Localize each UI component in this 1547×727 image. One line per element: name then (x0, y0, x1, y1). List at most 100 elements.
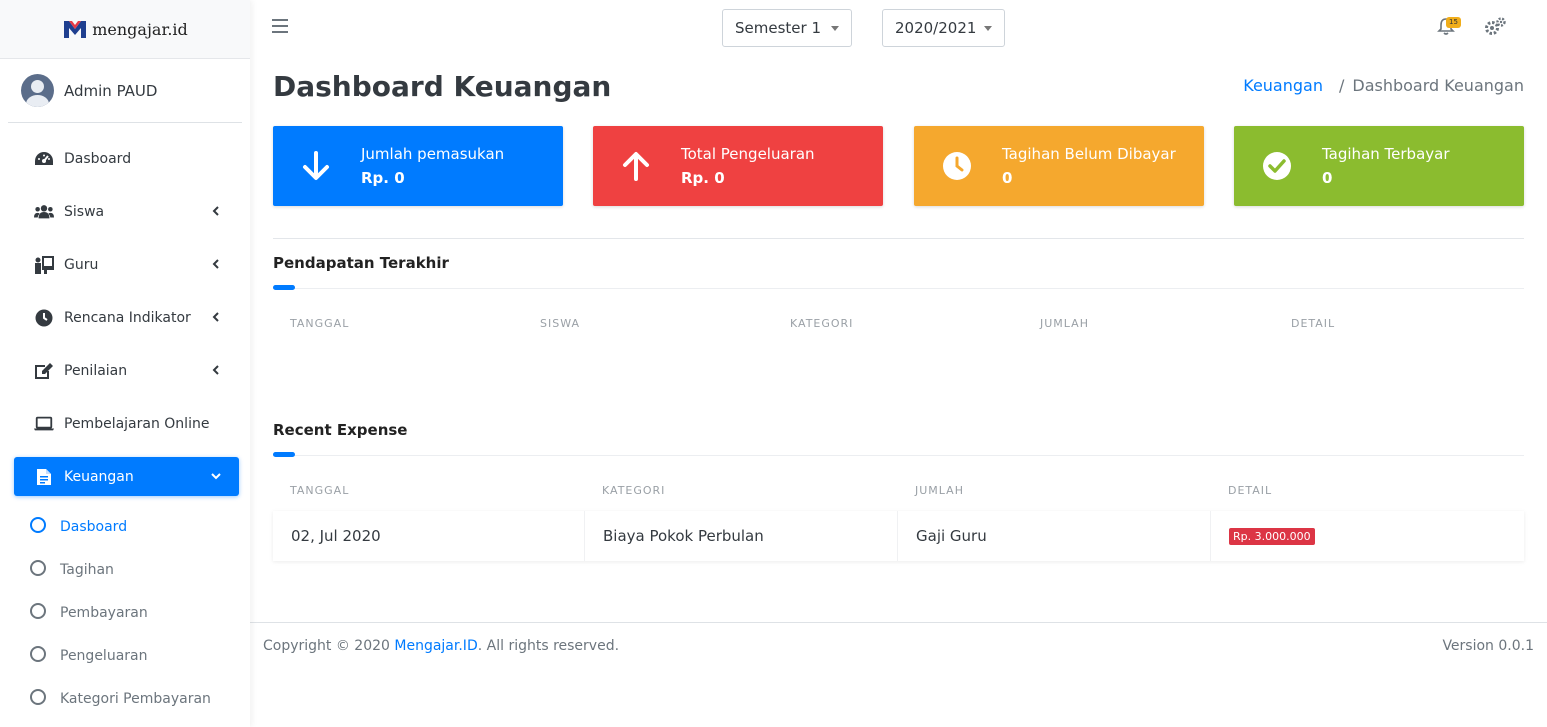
user-name: Admin PAUD (64, 81, 158, 100)
income-col-tanggal: TANGGAL (290, 317, 350, 330)
check-circle-icon (1262, 151, 1292, 181)
sidebar: mengajar.id Admin PAUD Dasboard Siswa Gu… (0, 0, 250, 727)
subnav-item-label: Pembayaran (60, 604, 148, 621)
breadcrumb-link-keuangan[interactable]: Keuangan (1243, 76, 1323, 95)
cell-tanggal: 02, Jul 2020 (273, 511, 585, 561)
year-select-value: 2020/2021 (895, 19, 977, 37)
sidebar-item-label: Pembelajaran Online (64, 415, 210, 432)
sidebar-item-guru[interactable]: Guru (14, 245, 239, 284)
sidebar-item-label: Guru (64, 256, 99, 273)
hamburger-menu-icon[interactable] (272, 19, 288, 35)
dashboard-icon (34, 149, 54, 169)
file-invoice-icon (34, 467, 54, 487)
semester-select[interactable]: Semester 1 (722, 9, 852, 47)
table-row[interactable]: 02, Jul 2020 Biaya Pokok Perbulan Gaji G… (273, 511, 1524, 561)
circle-icon (30, 689, 46, 705)
avatar (21, 74, 54, 107)
brand-name: mengajar.id (92, 19, 188, 39)
income-col-kategori: KATEGORI (790, 317, 854, 330)
keuangan-subnav: Dasboard Tagihan Pembayaran Pengeluaran … (30, 505, 240, 720)
expense-col-kategori: KATEGORI (602, 484, 666, 497)
caret-down-icon (984, 26, 992, 31)
chevron-left-icon (209, 257, 223, 271)
info-box-value: Rp. 0 (361, 169, 405, 187)
cell-jumlah: Gaji Guru (898, 511, 1211, 561)
subnav-item-kategori-pembayaran[interactable]: Kategori Pembayaran (30, 677, 240, 720)
income-col-siswa: SISWA (540, 317, 581, 330)
sidebar-item-siswa[interactable]: Siswa (14, 192, 239, 231)
footer-version: Version 0.0.1 (1442, 638, 1534, 654)
topbar: Semester 1 2020/2021 15 (250, 0, 1547, 56)
sidebar-item-pembelajaran-online[interactable]: Pembelajaran Online (14, 404, 239, 443)
year-select[interactable]: 2020/2021 (882, 9, 1005, 47)
edit-icon (34, 361, 54, 381)
arrow-up-icon (621, 151, 651, 181)
section-accent-bar (273, 285, 295, 290)
sidebar-item-label: Rencana Indikator (64, 309, 191, 326)
chevron-left-icon (209, 310, 223, 324)
brand[interactable]: mengajar.id (0, 0, 250, 59)
user-panel[interactable]: Admin PAUD (8, 59, 242, 123)
subnav-item-pengeluaran[interactable]: Pengeluaran (30, 634, 240, 677)
breadcrumb: Keuangan / Dashboard Keuangan (1243, 76, 1524, 95)
info-box-value: Rp. 0 (681, 169, 725, 187)
breadcrumb-separator: / (1338, 76, 1345, 95)
circle-icon (30, 603, 46, 619)
divider (273, 238, 1524, 239)
subnav-item-dasboard[interactable]: Dasboard (30, 505, 240, 548)
amount-badge: Rp. 3.000.000 (1229, 527, 1315, 545)
footer-brand-link[interactable]: Mengajar.ID (394, 638, 477, 654)
brand-logo-icon (64, 21, 87, 38)
circle-icon (30, 560, 46, 576)
income-col-jumlah: JUMLAH (1040, 317, 1089, 330)
subnav-item-tagihan[interactable]: Tagihan (30, 548, 240, 591)
chevron-left-icon (209, 363, 223, 377)
sidebar-item-dasboard[interactable]: Dasboard (14, 139, 239, 178)
sidebar-item-keuangan[interactable]: Keuangan (14, 457, 239, 496)
sidebar-item-label: Penilaian (64, 362, 128, 379)
subnav-item-pembayaran[interactable]: Pembayaran (30, 591, 240, 634)
expense-col-detail: DETAIL (1228, 484, 1273, 497)
info-box-belum-dibayar[interactable]: Tagihan Belum Dibayar 0 (914, 126, 1204, 206)
circle-icon (30, 517, 46, 533)
subnav-item-label: Dasboard (60, 518, 128, 535)
income-col-detail: DETAIL (1291, 317, 1336, 330)
footer-copyright: Copyright © 2020 Mengajar.ID. All rights… (263, 638, 619, 654)
chevron-down-icon (209, 469, 223, 483)
sidebar-item-rencana-indikator[interactable]: Rencana Indikator (14, 298, 239, 337)
cell-detail: Rp. 3.000.000 (1211, 511, 1524, 561)
expense-col-tanggal: TANGGAL (290, 484, 350, 497)
copyright-suffix: . All rights reserved. (477, 638, 620, 654)
breadcrumb-current: Dashboard Keuangan (1352, 76, 1524, 95)
users-icon (34, 202, 54, 222)
divider (273, 288, 1524, 289)
main-content: Dashboard Keuangan Keuangan / Dashboard … (250, 56, 1547, 622)
sidebar-item-label: Dasboard (64, 150, 132, 167)
info-box-pemasukan[interactable]: Jumlah pemasukan Rp. 0 (273, 126, 563, 206)
sidebar-item-penilaian[interactable]: Penilaian (14, 351, 239, 390)
info-box-label: Jumlah pemasukan (361, 145, 505, 163)
app: mengajar.id Admin PAUD Dasboard Siswa Gu… (0, 0, 1547, 727)
info-box-label: Total Pengeluaran (681, 145, 815, 163)
circle-icon (30, 646, 46, 662)
subnav-item-label: Tagihan (60, 561, 114, 578)
info-box-value: 0 (1002, 169, 1013, 187)
divider (273, 455, 1524, 456)
subnav-item-label: Pengeluaran (60, 647, 148, 664)
sidebar-item-label: Siswa (64, 203, 105, 220)
cell-kategori: Biaya Pokok Perbulan (585, 511, 898, 561)
copyright-prefix: Copyright © 2020 (263, 638, 390, 654)
expense-section-title: Recent Expense (273, 421, 408, 439)
info-box-terbayar[interactable]: Tagihan Terbayar 0 (1234, 126, 1524, 206)
sidebar-nav: Dasboard Siswa Guru Rencana Indikator Pe… (14, 139, 239, 510)
expense-col-jumlah: JUMLAH (915, 484, 964, 497)
footer: Copyright © 2020 Mengajar.ID. All rights… (250, 622, 1547, 670)
gears-icon[interactable] (1484, 17, 1506, 37)
clock-icon (34, 308, 54, 328)
notification-badge: 15 (1446, 17, 1461, 28)
teacher-icon (34, 255, 54, 275)
income-section-title: Pendapatan Terakhir (273, 254, 449, 272)
page-title: Dashboard Keuangan (273, 70, 612, 103)
clock-icon (942, 151, 972, 181)
info-box-pengeluaran[interactable]: Total Pengeluaran Rp. 0 (593, 126, 883, 206)
